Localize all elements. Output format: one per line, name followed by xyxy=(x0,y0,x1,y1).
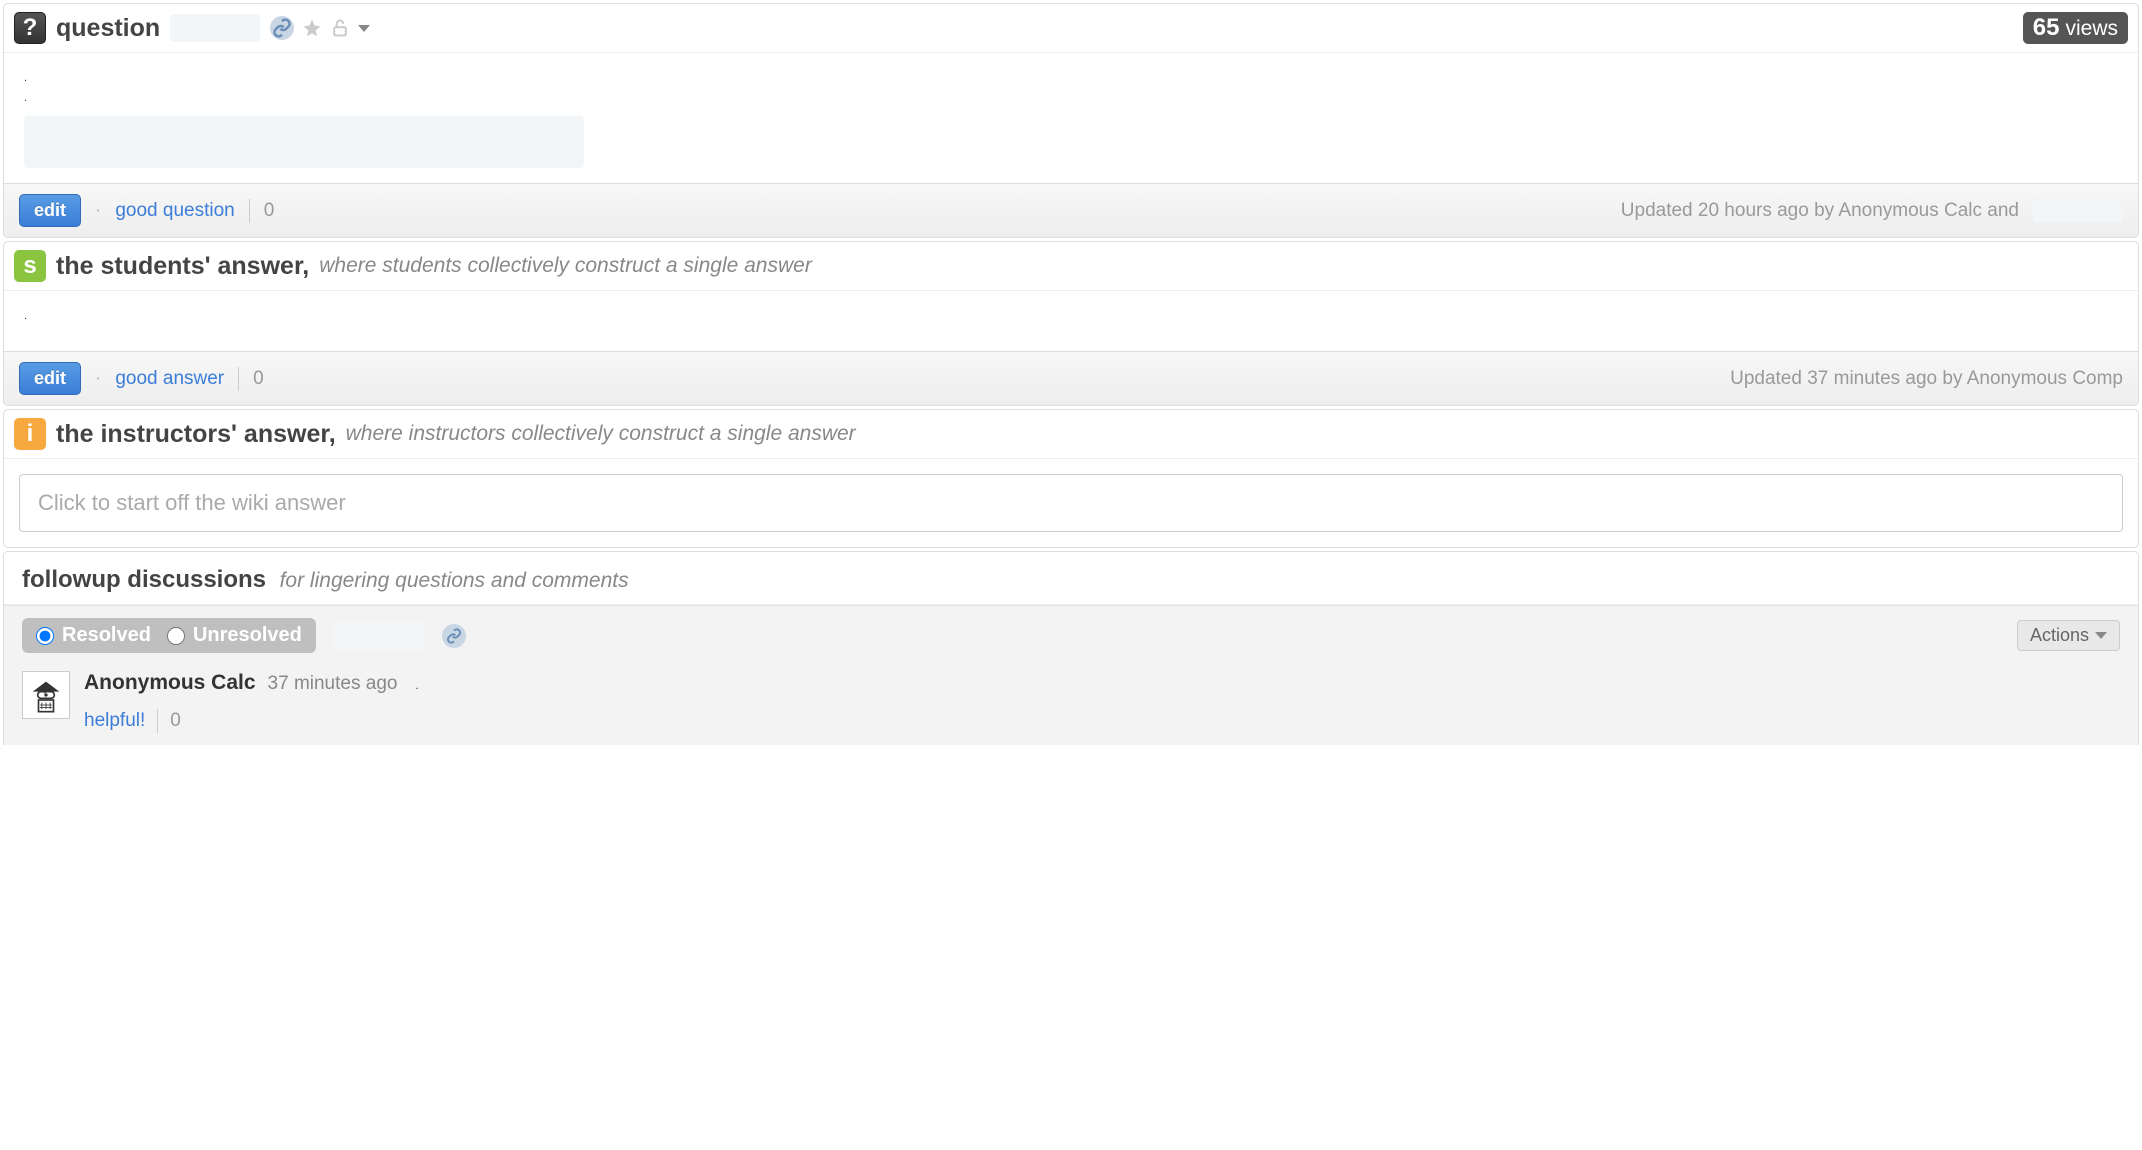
students-answer-updated: Updated 37 minutes ago by Anonymous Comp xyxy=(1730,368,2123,390)
separator: · xyxy=(95,368,101,390)
lock-icon[interactable] xyxy=(330,18,350,38)
answer-text-line: . xyxy=(24,306,2118,326)
question-header: ? question 65 views xyxy=(4,4,2138,53)
question-icon-row xyxy=(270,16,370,40)
resolved-radio[interactable] xyxy=(36,627,54,645)
question-footer: edit · good question 0 Updated 20 hours … xyxy=(4,183,2138,237)
students-answer-header: s the students' answer, where students c… xyxy=(4,242,2138,291)
good-answer-link[interactable]: good answer xyxy=(115,368,224,390)
link-icon[interactable] xyxy=(442,624,466,648)
followup-top-row: Resolved Unresolved Actions xyxy=(22,618,2120,653)
separator xyxy=(157,709,158,733)
edit-button[interactable]: edit xyxy=(19,194,81,227)
unresolved-radio[interactable] xyxy=(167,627,185,645)
question-panel: ? question 65 views . . edit · good ques… xyxy=(3,3,2139,238)
comment-text: . xyxy=(415,680,418,692)
followups-header: followup discussions for lingering quest… xyxy=(4,552,2138,605)
followups-panel: followup discussions for lingering quest… xyxy=(3,551,2139,745)
wiki-answer-input[interactable]: Click to start off the wiki answer xyxy=(19,474,2123,532)
edit-button[interactable]: edit xyxy=(19,362,81,395)
question-text-line: . xyxy=(24,88,2118,108)
helpful-count: 0 xyxy=(170,710,181,732)
students-answer-subtitle: where students collectively construct a … xyxy=(319,254,812,278)
followup-comment: ? Anonymous Calc 37 minutes ago . helpfu… xyxy=(22,671,2120,733)
good-answer-count: 0 xyxy=(253,368,264,390)
separator: · xyxy=(95,200,101,222)
instructors-icon: i xyxy=(14,418,46,450)
redacted-status xyxy=(334,621,424,651)
avatar: ? xyxy=(22,671,70,719)
good-question-link[interactable]: good question xyxy=(115,200,234,222)
question-text-line: . xyxy=(24,68,2118,88)
followups-body: Resolved Unresolved Actions xyxy=(4,605,2138,745)
students-answer-panel: s the students' answer, where students c… xyxy=(3,241,2139,406)
good-question-count: 0 xyxy=(264,200,275,222)
views-count: 65 xyxy=(2033,14,2060,42)
instructors-answer-panel: i the instructors' answer, where instruc… xyxy=(3,409,2139,548)
students-icon: s xyxy=(14,250,46,282)
redacted-user xyxy=(2033,200,2123,222)
followups-subtitle: for lingering questions and comments xyxy=(280,569,629,592)
helpful-link[interactable]: helpful! xyxy=(84,710,145,732)
students-answer-title: the students' answer, xyxy=(56,252,309,281)
unresolved-label: Unresolved xyxy=(193,624,302,647)
actions-label: Actions xyxy=(2030,625,2089,646)
comment-time: 37 minutes ago xyxy=(268,673,398,695)
status-pill: Resolved Unresolved xyxy=(22,618,316,653)
separator xyxy=(238,367,239,391)
instructors-answer-header: i the instructors' answer, where instruc… xyxy=(4,410,2138,459)
students-answer-body: . xyxy=(4,291,2138,351)
redacted-content xyxy=(24,116,584,168)
question-body: . . xyxy=(4,53,2138,183)
unresolved-option[interactable]: Unresolved xyxy=(167,624,302,647)
svg-text:?: ? xyxy=(44,693,47,699)
chevron-down-icon xyxy=(2095,632,2107,639)
resolved-label: Resolved xyxy=(62,624,151,647)
views-badge: 65 views xyxy=(2023,12,2128,44)
students-answer-footer: edit · good answer 0 Updated 37 minutes … xyxy=(4,351,2138,405)
comment-head: Anonymous Calc 37 minutes ago . xyxy=(84,671,2120,695)
resolved-option[interactable]: Resolved xyxy=(36,624,151,647)
question-updated: Updated 20 hours ago by Anonymous Calc a… xyxy=(1621,200,2019,222)
comment-author: Anonymous Calc xyxy=(84,671,256,695)
followups-title: followup discussions xyxy=(22,566,266,593)
comment-actions: helpful! 0 xyxy=(84,709,2120,733)
question-label: question xyxy=(56,14,160,43)
comment-body-wrap: Anonymous Calc 37 minutes ago . helpful!… xyxy=(84,671,2120,733)
link-icon[interactable] xyxy=(270,16,294,40)
question-icon: ? xyxy=(14,12,46,44)
views-label: views xyxy=(2065,17,2118,41)
instructors-answer-title: the instructors' answer, xyxy=(56,420,336,449)
instructors-answer-subtitle: where instructors collectively construct… xyxy=(346,422,856,446)
separator xyxy=(249,199,250,223)
redacted-title xyxy=(170,14,260,42)
chevron-down-icon[interactable] xyxy=(358,25,370,32)
star-icon[interactable] xyxy=(302,18,322,38)
actions-button[interactable]: Actions xyxy=(2017,620,2120,651)
